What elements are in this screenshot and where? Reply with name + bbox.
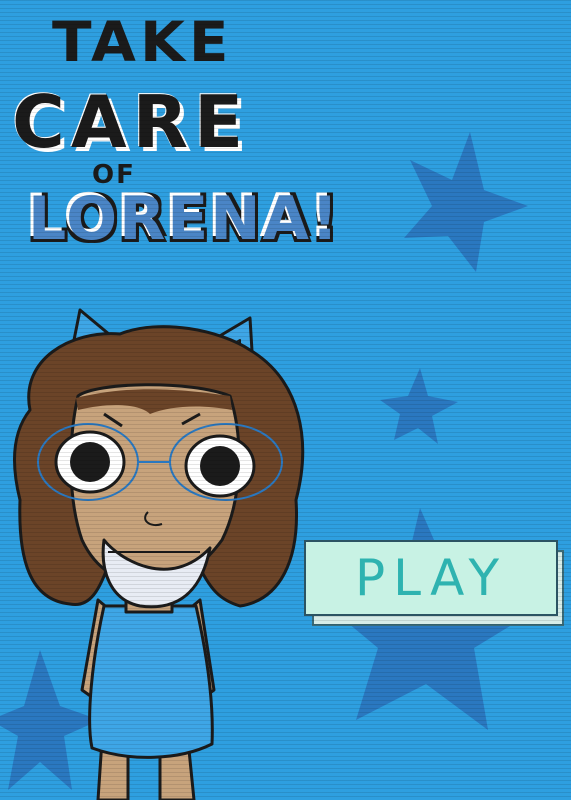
star-icon xyxy=(380,368,458,444)
play-button[interactable]: PLAY xyxy=(304,540,558,616)
title-lorena: LORENA! xyxy=(28,184,341,254)
star-icon xyxy=(404,132,528,272)
title-care: CARE xyxy=(12,80,250,164)
title-take: TAKE xyxy=(52,9,233,75)
